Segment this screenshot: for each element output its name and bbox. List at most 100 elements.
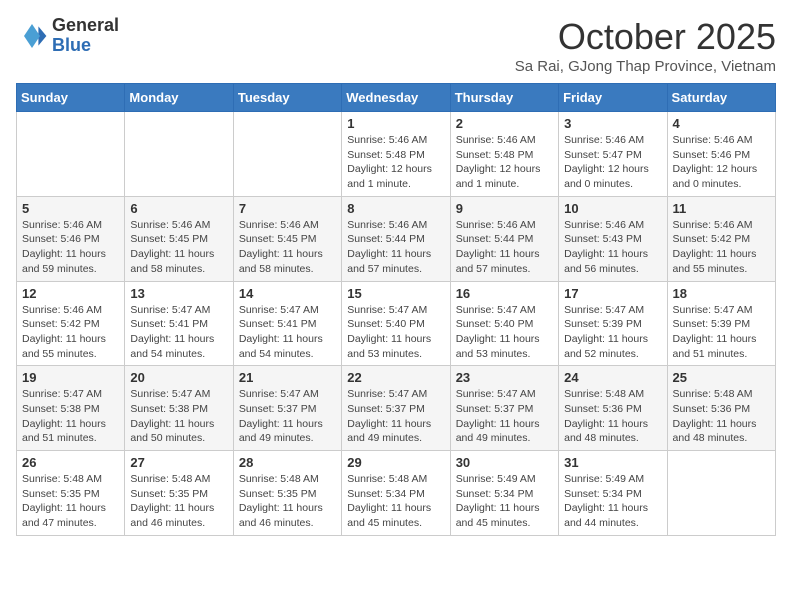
day-number: 7 (239, 201, 336, 216)
logo-general: General (52, 15, 119, 35)
day-number: 21 (239, 370, 336, 385)
day-info: Sunrise: 5:46 AM Sunset: 5:44 PM Dayligh… (347, 218, 444, 277)
day-info: Sunrise: 5:49 AM Sunset: 5:34 PM Dayligh… (456, 472, 553, 531)
day-info: Sunrise: 5:46 AM Sunset: 5:46 PM Dayligh… (673, 133, 770, 192)
logo-blue-text: Blue (52, 35, 91, 55)
day-number: 20 (130, 370, 227, 385)
day-info: Sunrise: 5:46 AM Sunset: 5:42 PM Dayligh… (673, 218, 770, 277)
calendar-day-cell (17, 112, 125, 197)
day-number: 11 (673, 201, 770, 216)
calendar-day-cell (233, 112, 341, 197)
calendar-day-cell: 16 Sunrise: 5:47 AM Sunset: 5:40 PM Dayli… (450, 281, 558, 366)
day-number: 12 (22, 286, 119, 301)
calendar-day-cell: 9Sunrise: 5:46 AM Sunset: 5:44 PM Daylig… (450, 196, 558, 281)
day-of-week-header: Sunday (17, 84, 125, 112)
day-info: Sunrise: 5:46 AM Sunset: 5:43 PM Dayligh… (564, 218, 661, 277)
day-number: 4 (673, 116, 770, 131)
day-of-week-header: Saturday (667, 84, 775, 112)
day-number: 23 (456, 370, 553, 385)
day-info: Sunrise: 5:46 AM Sunset: 5:45 PM Dayligh… (239, 218, 336, 277)
day-info: Sunrise: 5:46 AM Sunset: 5:48 PM Dayligh… (347, 133, 444, 192)
calendar-day-cell: 29Sunrise: 5:48 AM Sunset: 5:34 PM Dayli… (342, 451, 450, 536)
day-info: Sunrise: 5:47 AM Sunset: 5:37 PM Dayligh… (347, 387, 444, 446)
calendar-day-cell: 26 Sunrise: 5:48 AM Sunset: 5:35 PM Dayli… (17, 451, 125, 536)
calendar-week-row: 19 Sunrise: 5:47 AM Sunset: 5:38 PM Dayli… (17, 366, 776, 451)
location-subtitle: Sa Rai, GJong Thap Province, Vietnam (515, 58, 776, 75)
calendar-day-cell: 30 Sunrise: 5:49 AM Sunset: 5:34 PM Dayli… (450, 451, 558, 536)
calendar-day-cell: 14Sunrise: 5:47 AM Sunset: 5:41 PM Dayli… (233, 281, 341, 366)
day-info: Sunrise: 5:47 AM Sunset: 5:39 PM Dayligh… (564, 303, 661, 362)
calendar-day-cell (667, 451, 775, 536)
day-info: Sunrise: 5:47 AM Sunset: 5:38 PM Dayligh… (130, 387, 227, 446)
day-number: 27 (130, 455, 227, 470)
calendar-day-cell: 28Sunrise: 5:48 AM Sunset: 5:35 PM Dayli… (233, 451, 341, 536)
day-info: Sunrise: 5:47 AM Sunset: 5:38 PM Dayligh… (22, 387, 119, 446)
day-number: 5 (22, 201, 119, 216)
month-title: October 2025 (515, 16, 776, 58)
day-info: Sunrise: 5:46 AM Sunset: 5:47 PM Dayligh… (564, 133, 661, 192)
day-info: Sunrise: 5:46 AM Sunset: 5:44 PM Dayligh… (456, 218, 553, 277)
day-info: Sunrise: 5:48 AM Sunset: 5:35 PM Dayligh… (22, 472, 119, 531)
calendar-day-cell: 19 Sunrise: 5:47 AM Sunset: 5:38 PM Dayli… (17, 366, 125, 451)
calendar-week-row: 5 Sunrise: 5:46 AM Sunset: 5:46 PM Daylig… (17, 196, 776, 281)
day-number: 31 (564, 455, 661, 470)
day-of-week-header: Wednesday (342, 84, 450, 112)
day-info: Sunrise: 5:48 AM Sunset: 5:36 PM Dayligh… (564, 387, 661, 446)
calendar-day-cell: 25 Sunrise: 5:48 AM Sunset: 5:36 PM Dayli… (667, 366, 775, 451)
day-info: Sunrise: 5:46 AM Sunset: 5:46 PM Dayligh… (22, 218, 119, 277)
calendar-day-cell: 12Sunrise: 5:46 AM Sunset: 5:42 PM Dayli… (17, 281, 125, 366)
day-number: 16 (456, 286, 553, 301)
day-number: 3 (564, 116, 661, 131)
calendar-day-cell: 2 Sunrise: 5:46 AM Sunset: 5:48 PM Daylig… (450, 112, 558, 197)
calendar-day-cell: 13Sunrise: 5:47 AM Sunset: 5:41 PM Dayli… (125, 281, 233, 366)
day-number: 17 (564, 286, 661, 301)
day-number: 13 (130, 286, 227, 301)
calendar-day-cell (125, 112, 233, 197)
calendar-week-row: 12Sunrise: 5:46 AM Sunset: 5:42 PM Dayli… (17, 281, 776, 366)
calendar-day-cell: 3 Sunrise: 5:46 AM Sunset: 5:47 PM Daylig… (559, 112, 667, 197)
day-number: 19 (22, 370, 119, 385)
calendar-week-row: 1 Sunrise: 5:46 AM Sunset: 5:48 PM Daylig… (17, 112, 776, 197)
logo-text: General Blue (52, 16, 119, 56)
calendar-day-cell: 6Sunrise: 5:46 AM Sunset: 5:45 PM Daylig… (125, 196, 233, 281)
day-number: 22 (347, 370, 444, 385)
day-info: Sunrise: 5:48 AM Sunset: 5:35 PM Dayligh… (130, 472, 227, 531)
calendar-day-cell: 21Sunrise: 5:47 AM Sunset: 5:37 PM Dayli… (233, 366, 341, 451)
day-info: Sunrise: 5:49 AM Sunset: 5:34 PM Dayligh… (564, 472, 661, 531)
day-info: Sunrise: 5:47 AM Sunset: 5:40 PM Dayligh… (456, 303, 553, 362)
day-info: Sunrise: 5:47 AM Sunset: 5:39 PM Dayligh… (673, 303, 770, 362)
calendar-day-cell: 18 Sunrise: 5:47 AM Sunset: 5:39 PM Dayli… (667, 281, 775, 366)
day-number: 15 (347, 286, 444, 301)
calendar-day-cell: 4 Sunrise: 5:46 AM Sunset: 5:46 PM Daylig… (667, 112, 775, 197)
day-info: Sunrise: 5:48 AM Sunset: 5:34 PM Dayligh… (347, 472, 444, 531)
logo: General Blue (16, 16, 119, 56)
day-number: 1 (347, 116, 444, 131)
calendar-day-cell: 8Sunrise: 5:46 AM Sunset: 5:44 PM Daylig… (342, 196, 450, 281)
day-number: 30 (456, 455, 553, 470)
calendar-day-cell: 5 Sunrise: 5:46 AM Sunset: 5:46 PM Daylig… (17, 196, 125, 281)
day-number: 25 (673, 370, 770, 385)
calendar-day-cell: 1 Sunrise: 5:46 AM Sunset: 5:48 PM Daylig… (342, 112, 450, 197)
calendar-day-cell: 31 Sunrise: 5:49 AM Sunset: 5:34 PM Dayli… (559, 451, 667, 536)
day-number: 18 (673, 286, 770, 301)
logo-icon (16, 20, 48, 52)
calendar-day-cell: 23 Sunrise: 5:47 AM Sunset: 5:37 PM Dayli… (450, 366, 558, 451)
day-of-week-header: Tuesday (233, 84, 341, 112)
calendar-day-cell: 22 Sunrise: 5:47 AM Sunset: 5:37 PM Dayli… (342, 366, 450, 451)
day-number: 2 (456, 116, 553, 131)
day-info: Sunrise: 5:46 AM Sunset: 5:48 PM Dayligh… (456, 133, 553, 192)
calendar-header-row: SundayMondayTuesdayWednesdayThursdayFrid… (17, 84, 776, 112)
calendar-week-row: 26 Sunrise: 5:48 AM Sunset: 5:35 PM Dayli… (17, 451, 776, 536)
day-info: Sunrise: 5:47 AM Sunset: 5:37 PM Dayligh… (456, 387, 553, 446)
day-number: 14 (239, 286, 336, 301)
day-number: 28 (239, 455, 336, 470)
day-of-week-header: Monday (125, 84, 233, 112)
day-number: 26 (22, 455, 119, 470)
day-of-week-header: Friday (559, 84, 667, 112)
day-number: 24 (564, 370, 661, 385)
page-header: General Blue October 2025 Sa Rai, GJong … (16, 16, 776, 75)
day-info: Sunrise: 5:48 AM Sunset: 5:36 PM Dayligh… (673, 387, 770, 446)
calendar-day-cell: 17 Sunrise: 5:47 AM Sunset: 5:39 PM Dayli… (559, 281, 667, 366)
calendar-day-cell: 27 Sunrise: 5:48 AM Sunset: 5:35 PM Dayli… (125, 451, 233, 536)
title-section: October 2025 Sa Rai, GJong Thap Province… (515, 16, 776, 75)
